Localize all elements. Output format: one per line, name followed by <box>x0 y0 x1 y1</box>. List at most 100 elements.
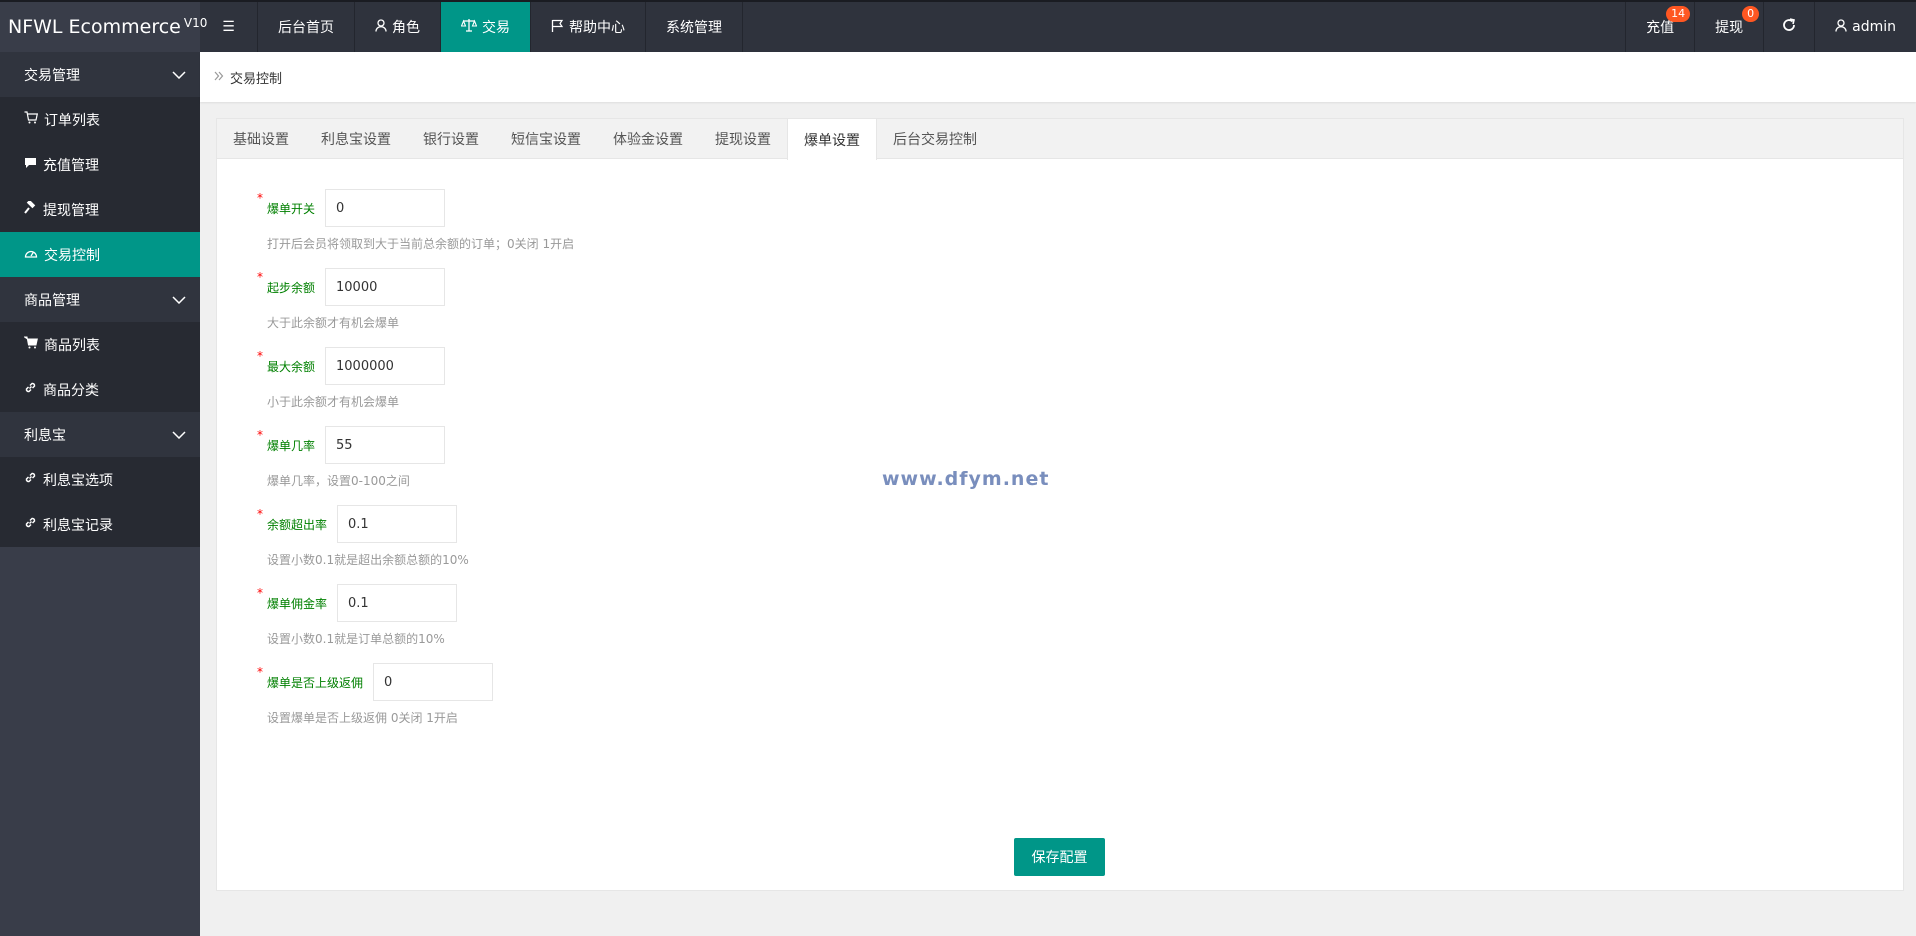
scale-icon <box>460 18 478 36</box>
required-mark: * <box>257 427 263 442</box>
sidebar-item-label: 商品列表 <box>44 337 100 354</box>
tab-withdraw[interactable]: 提现设置 <box>699 119 787 159</box>
burst-switch-input[interactable]: 0 <box>325 189 446 227</box>
sidebar-item-label: 利息宝记录 <box>43 517 113 534</box>
tab-burst-order[interactable]: 爆单设置 <box>787 119 877 160</box>
hammer-icon <box>24 199 37 218</box>
tab-admin-trade-control[interactable]: 后台交易控制 <box>877 119 993 159</box>
field-label: * 爆单开关 <box>257 190 316 216</box>
sidebar-group-trade[interactable]: 交易管理 <box>0 52 200 97</box>
field-label: * 爆单是否上级返佣 <box>257 664 364 690</box>
top-nav: ☰ 后台首页 角色 交易 帮助中心 系统管理 <box>200 2 743 52</box>
user-menu[interactable]: admin <box>1814 2 1916 52</box>
sidebar-item-product-list[interactable]: 商品列表 <box>0 322 200 367</box>
sidebar-item-product-category[interactable]: 商品分类 <box>0 367 200 412</box>
sidebar-item-trade-control[interactable]: 交易控制 <box>0 232 200 277</box>
refresh-button[interactable] <box>1763 2 1814 52</box>
upline-rebate-input[interactable]: 0 <box>373 663 494 701</box>
menu-toggle-button[interactable]: ☰ <box>200 2 258 52</box>
comment-icon <box>24 157 37 173</box>
form-field-start-balance: * 起步余额 10000 大于此余额才有机会爆单 <box>257 268 574 331</box>
shopping-cart-icon <box>22 336 38 353</box>
app-title: NFWL Ecommerce <box>8 16 181 38</box>
sidebar-item-label: 利息宝选项 <box>43 472 113 489</box>
top-right-actions: 充值 14 提现 0 admin <box>1625 2 1916 52</box>
topnav-help[interactable]: 帮助中心 <box>531 2 646 52</box>
start-balance-input[interactable]: 10000 <box>325 268 446 306</box>
required-mark: * <box>257 348 263 363</box>
topnav-system[interactable]: 系统管理 <box>646 2 743 52</box>
field-label: * 最大余额 <box>257 348 316 374</box>
sidebar-item-orders[interactable]: 订单列表 <box>0 97 200 142</box>
settings-tabs: 基础设置 利息宝设置 银行设置 短信宝设置 体验金设置 提现设置 爆单设置 后台… <box>217 119 1903 160</box>
form-field-max-balance: * 最大余额 1000000 小于此余额才有机会爆单 <box>257 347 574 410</box>
field-hint: 大于此余额才有机会爆单 <box>267 316 400 330</box>
tab-basic[interactable]: 基础设置 <box>217 119 305 159</box>
field-hint: 设置小数0.1就是订单总额的10% <box>267 632 445 646</box>
sidebar-group-products[interactable]: 商品管理 <box>0 277 200 322</box>
topnav-role[interactable]: 角色 <box>355 2 441 52</box>
field-hint: 打开后会员将领取到大于当前总余额的订单；0关闭 1开启 <box>267 237 575 251</box>
refresh-icon <box>1782 18 1796 36</box>
breadcrumb: 交易控制 <box>200 52 1916 102</box>
field-hint: 设置爆单是否上级返佣 0关闭 1开启 <box>267 711 458 725</box>
withdraw-badge: 0 <box>1742 6 1760 22</box>
balance-excess-rate-input[interactable]: 0.1 <box>337 505 458 543</box>
withdraw-label: 提现 <box>1715 20 1744 36</box>
required-mark: * <box>257 585 263 600</box>
user-icon <box>375 18 387 36</box>
menu-icon: ☰ <box>222 19 235 35</box>
form-field-burst-probability: * 爆单几率 55 爆单几率，设置0-100之间 <box>257 426 574 489</box>
form-field-burst-switch: * 爆单开关 0 打开后会员将领取到大于当前总余额的订单；0关闭 1开启 <box>257 189 574 252</box>
field-label: * 爆单几率 <box>257 427 316 453</box>
field-label: * 余额超出率 <box>257 506 328 532</box>
topnav-system-label: 系统管理 <box>666 20 722 36</box>
withdraw-button[interactable]: 提现 0 <box>1694 2 1763 52</box>
chevron-down-icon <box>172 67 186 83</box>
topnav-home-label: 后台首页 <box>278 20 334 36</box>
max-balance-input[interactable]: 1000000 <box>325 347 446 385</box>
double-chevron-right-icon <box>214 70 224 85</box>
sidebar-item-withdraw[interactable]: 提现管理 <box>0 187 200 232</box>
topnav-home[interactable]: 后台首页 <box>258 2 355 52</box>
tab-interest[interactable]: 利息宝设置 <box>305 119 407 159</box>
sidebar-item-recharge[interactable]: 充值管理 <box>0 142 200 187</box>
user-icon <box>1835 18 1847 36</box>
sidebar-item-label: 提现管理 <box>43 202 99 219</box>
field-hint: 设置小数0.1就是超出余额总额的10% <box>267 553 469 567</box>
recharge-button[interactable]: 充值 14 <box>1625 2 1694 52</box>
link-icon <box>24 471 37 488</box>
user-name: admin <box>1852 19 1896 35</box>
tab-trial-fund[interactable]: 体验金设置 <box>597 119 699 159</box>
sidebar-group-label: 商品管理 <box>24 292 80 309</box>
tab-sms[interactable]: 短信宝设置 <box>495 119 597 159</box>
sidebar-item-interest-records[interactable]: 利息宝记录 <box>0 502 200 547</box>
app-logo[interactable]: NFWL Ecommerce V10 <box>0 2 207 52</box>
top-header: NFWL Ecommerce V10 ☰ 后台首页 角色 交易 帮助中心 系统管… <box>0 0 1916 52</box>
burst-commission-rate-input[interactable]: 0.1 <box>337 584 458 622</box>
sidebar: 交易管理 订单列表 充值管理 提现管理 交易控制 商品管理 商品列表 商品分类 … <box>0 52 200 936</box>
watermark: www.dfym.net <box>882 468 1050 490</box>
sidebar-group-label: 交易管理 <box>24 67 80 84</box>
burst-probability-input[interactable]: 55 <box>325 426 446 464</box>
required-mark: * <box>257 664 263 679</box>
tab-bank[interactable]: 银行设置 <box>407 119 495 159</box>
sidebar-item-interest-options[interactable]: 利息宝选项 <box>0 457 200 502</box>
topnav-trade[interactable]: 交易 <box>441 2 531 52</box>
required-mark: * <box>257 506 263 521</box>
form-field-upline-rebate: * 爆单是否上级返佣 0 设置爆单是否上级返佣 0关闭 1开启 <box>257 663 574 726</box>
save-config-button[interactable]: 保存配置 <box>1014 838 1105 876</box>
field-hint: 爆单几率，设置0-100之间 <box>267 474 410 488</box>
sidebar-group-interest[interactable]: 利息宝 <box>0 412 200 457</box>
topnav-trade-label: 交易 <box>482 20 510 36</box>
form-field-burst-commission-rate: * 爆单佣金率 0.1 设置小数0.1就是订单总额的10% <box>257 584 574 647</box>
chevron-down-icon <box>172 292 186 308</box>
sidebar-item-label: 商品分类 <box>43 382 99 399</box>
breadcrumb-current[interactable]: 交易控制 <box>230 68 282 87</box>
field-label: * 爆单佣金率 <box>257 585 328 611</box>
gauge-icon <box>24 247 38 263</box>
topnav-role-label: 角色 <box>392 20 420 36</box>
required-mark: * <box>257 190 263 205</box>
sidebar-item-label: 订单列表 <box>44 112 100 129</box>
required-mark: * <box>257 269 263 284</box>
